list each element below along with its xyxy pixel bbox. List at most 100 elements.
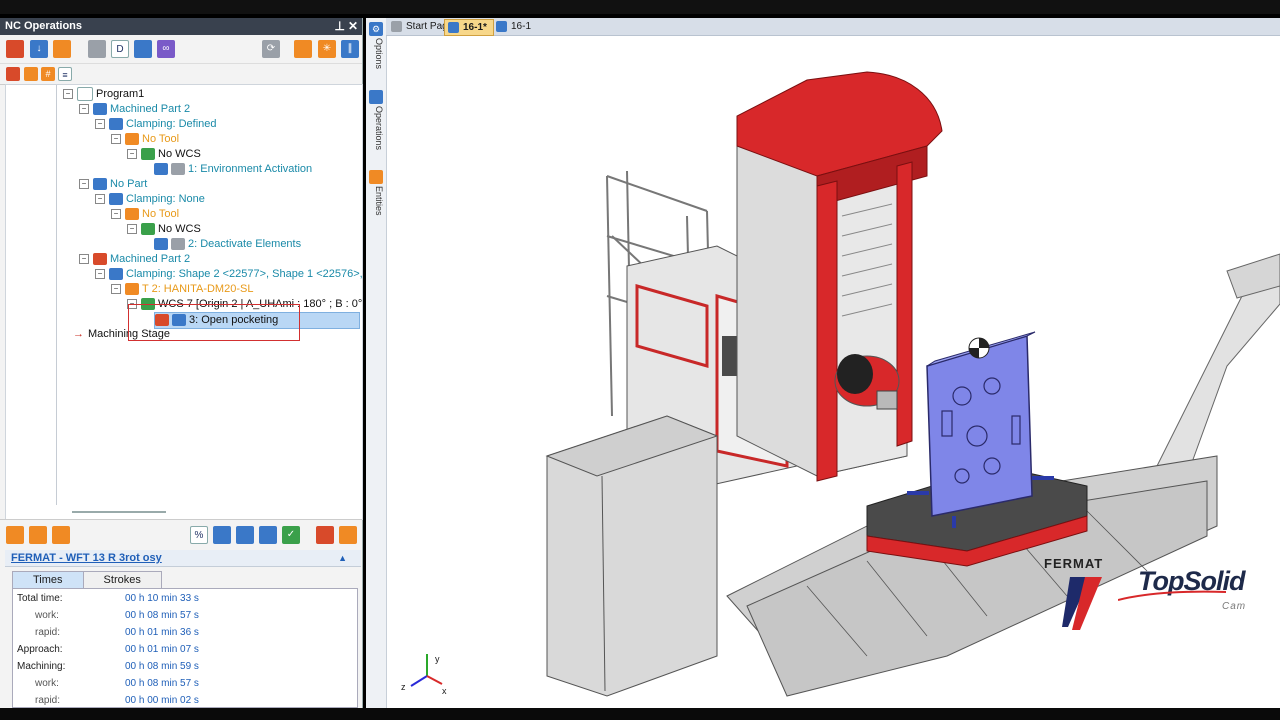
simulation-icon[interactable] [213,526,231,544]
collapse-up-icon[interactable]: ▲ [338,550,347,566]
collapse-icon[interactable]: − [95,269,105,280]
tree-gutter [56,85,57,505]
tree-item-tool[interactable]: − No Tool [111,132,179,147]
tab-strokes[interactable]: Strokes [82,571,162,588]
tree-item-operation[interactable]: 1: Environment Activation [154,162,312,177]
tree-item-wcs[interactable]: − No WCS [127,222,201,237]
toolpath-icon[interactable] [236,526,254,544]
collapse-icon[interactable]: − [95,119,105,130]
tree-item-tool[interactable]: − T 2: HANITA-DM20-SL [111,282,253,297]
clamping-icon [109,118,123,131]
pause-icon[interactable]: ∥ [341,40,359,58]
tree-program[interactable]: − Program1 [63,87,144,102]
document-icon [448,22,459,33]
collapse-icon[interactable]: − [111,284,121,295]
nc-operation-icon[interactable] [6,40,24,58]
settings-sheet-icon[interactable] [134,40,152,58]
panel-title: NC Operations [5,20,83,32]
percent-icon[interactable]: % [190,526,208,544]
tool-change-icon[interactable] [259,526,277,544]
machine-icon[interactable] [339,526,357,544]
fermat-logo: FERMAT [1044,556,1104,571]
collapse-icon[interactable]: − [79,254,89,265]
grid-icon[interactable]: # [41,67,55,81]
machine-header[interactable]: FERMAT - WFT 13 R 3rot osy ▲ [5,550,361,567]
document-icon[interactable]: D [111,40,129,58]
tab-times[interactable]: Times [12,571,84,588]
fixture-icon[interactable] [6,526,24,544]
tree-item-operation[interactable]: 2: Deactivate Elements [154,237,301,252]
pin-icon[interactable]: ⊥ [335,18,345,35]
close-icon[interactable]: ✕ [348,18,358,35]
status-icon [171,238,185,251]
window-top-bar [0,0,1280,14]
options-gear-icon[interactable]: ⚙ [369,22,383,36]
tree-item-wcs[interactable]: − No WCS [127,147,201,162]
doc-tab-16-1-modified[interactable]: 16-1* [444,19,494,36]
topsolid-swoosh-icon [1118,590,1227,601]
side-tab-operations[interactable]: Operations [368,106,384,150]
move-down-icon[interactable] [52,526,70,544]
tool-icon[interactable] [6,67,20,81]
tree-item-part[interactable]: − No Part [79,177,147,192]
tool-icon [125,133,139,146]
axis-x-label: x [442,686,447,696]
doc-tab-16-1[interactable]: 16-1 [493,19,537,34]
refresh-icon[interactable]: ⟳ [262,40,280,58]
entities-icon[interactable] [369,170,383,184]
tree-item-clamping[interactable]: − Clamping: Shape 2 <22577>, Shape 1 <225… [95,267,362,282]
time-row: work: 00 h 08 min 57 s [35,678,199,689]
import-arrow-icon[interactable]: ↓ [30,40,48,58]
fixture-icon[interactable] [24,67,38,81]
3d-viewport[interactable]: y z x [387,36,1280,708]
collapse-icon[interactable]: − [79,104,89,115]
time-row: Machining: 00 h 08 min 59 s [17,661,199,672]
topsolid-cam-label: Cam [1222,601,1247,612]
link-icon[interactable]: ∞ [157,40,175,58]
tool-icon [125,208,139,221]
side-tab-entities[interactable]: Entities [368,186,384,216]
move-up-icon[interactable] [29,526,47,544]
time-row: Total time: 00 h 10 min 33 s [17,593,199,604]
stage-icon[interactable] [53,40,71,58]
fermat-swoosh-icon [1062,577,1102,630]
time-row: rapid: 00 h 01 min 36 s [35,627,199,638]
tree-item-machined-part[interactable]: − Machined Part 2 [79,102,190,117]
tree-horizontal-scrollbar[interactable] [72,511,166,513]
collapse-icon[interactable]: − [127,224,137,235]
post-process-icon[interactable] [316,526,334,544]
operations-icon[interactable] [369,90,383,104]
collapse-icon[interactable]: − [63,89,73,100]
wcs-icon [141,223,155,236]
printer-icon[interactable] [88,40,106,58]
clamping-icon [109,268,123,281]
tree-item-clamping[interactable]: − Clamping: Defined [95,117,217,132]
part-icon [93,178,107,191]
collapse-icon[interactable]: − [79,179,89,190]
tree-item-machined-part[interactable]: − Machined Part 2 [79,252,190,267]
stage-arrow-icon: → [73,328,84,340]
collapse-icon[interactable]: − [111,134,121,145]
tree-item-tool[interactable]: − No Tool [111,207,179,222]
collapse-icon[interactable]: − [95,194,105,205]
time-row: Approach: 00 h 01 min 07 s [17,644,199,655]
collapse-icon[interactable]: − [127,149,137,160]
list-view-icon[interactable]: ≡ [58,67,72,81]
panel-title-bar: NC Operations ⊥ ✕ [0,18,362,35]
sort-icon[interactable] [294,40,312,58]
side-tab-strip: ⚙ Options Operations Entities [366,18,387,708]
check-icon[interactable]: ✓ [282,526,300,544]
times-panel: Total time: 00 h 10 min 33 s work: 00 h 08… [12,588,358,708]
window-bottom-bar [0,708,1280,720]
side-tab-options[interactable]: Options [368,38,384,69]
expand-icon[interactable]: ✳ [318,40,336,58]
program-icon [77,87,93,102]
machine-name-link[interactable]: FERMAT - WFT 13 R 3rot osy [11,552,162,564]
toolbar-secondary: # ≡ [0,64,362,85]
axis-y-label: y [435,654,440,664]
nc-operations-panel: NC Operations ⊥ ✕ ↓ D ∞ ⟳ ✳ ∥ # ≡ − Progr… [0,18,363,708]
collapse-icon[interactable]: − [111,209,121,220]
operations-tree: − Program1 − Machined Part 2 − Clamping: De… [5,84,363,520]
time-row: rapid: 00 h 00 min 02 s [35,695,199,706]
tree-item-clamping[interactable]: − Clamping: None [95,192,205,207]
